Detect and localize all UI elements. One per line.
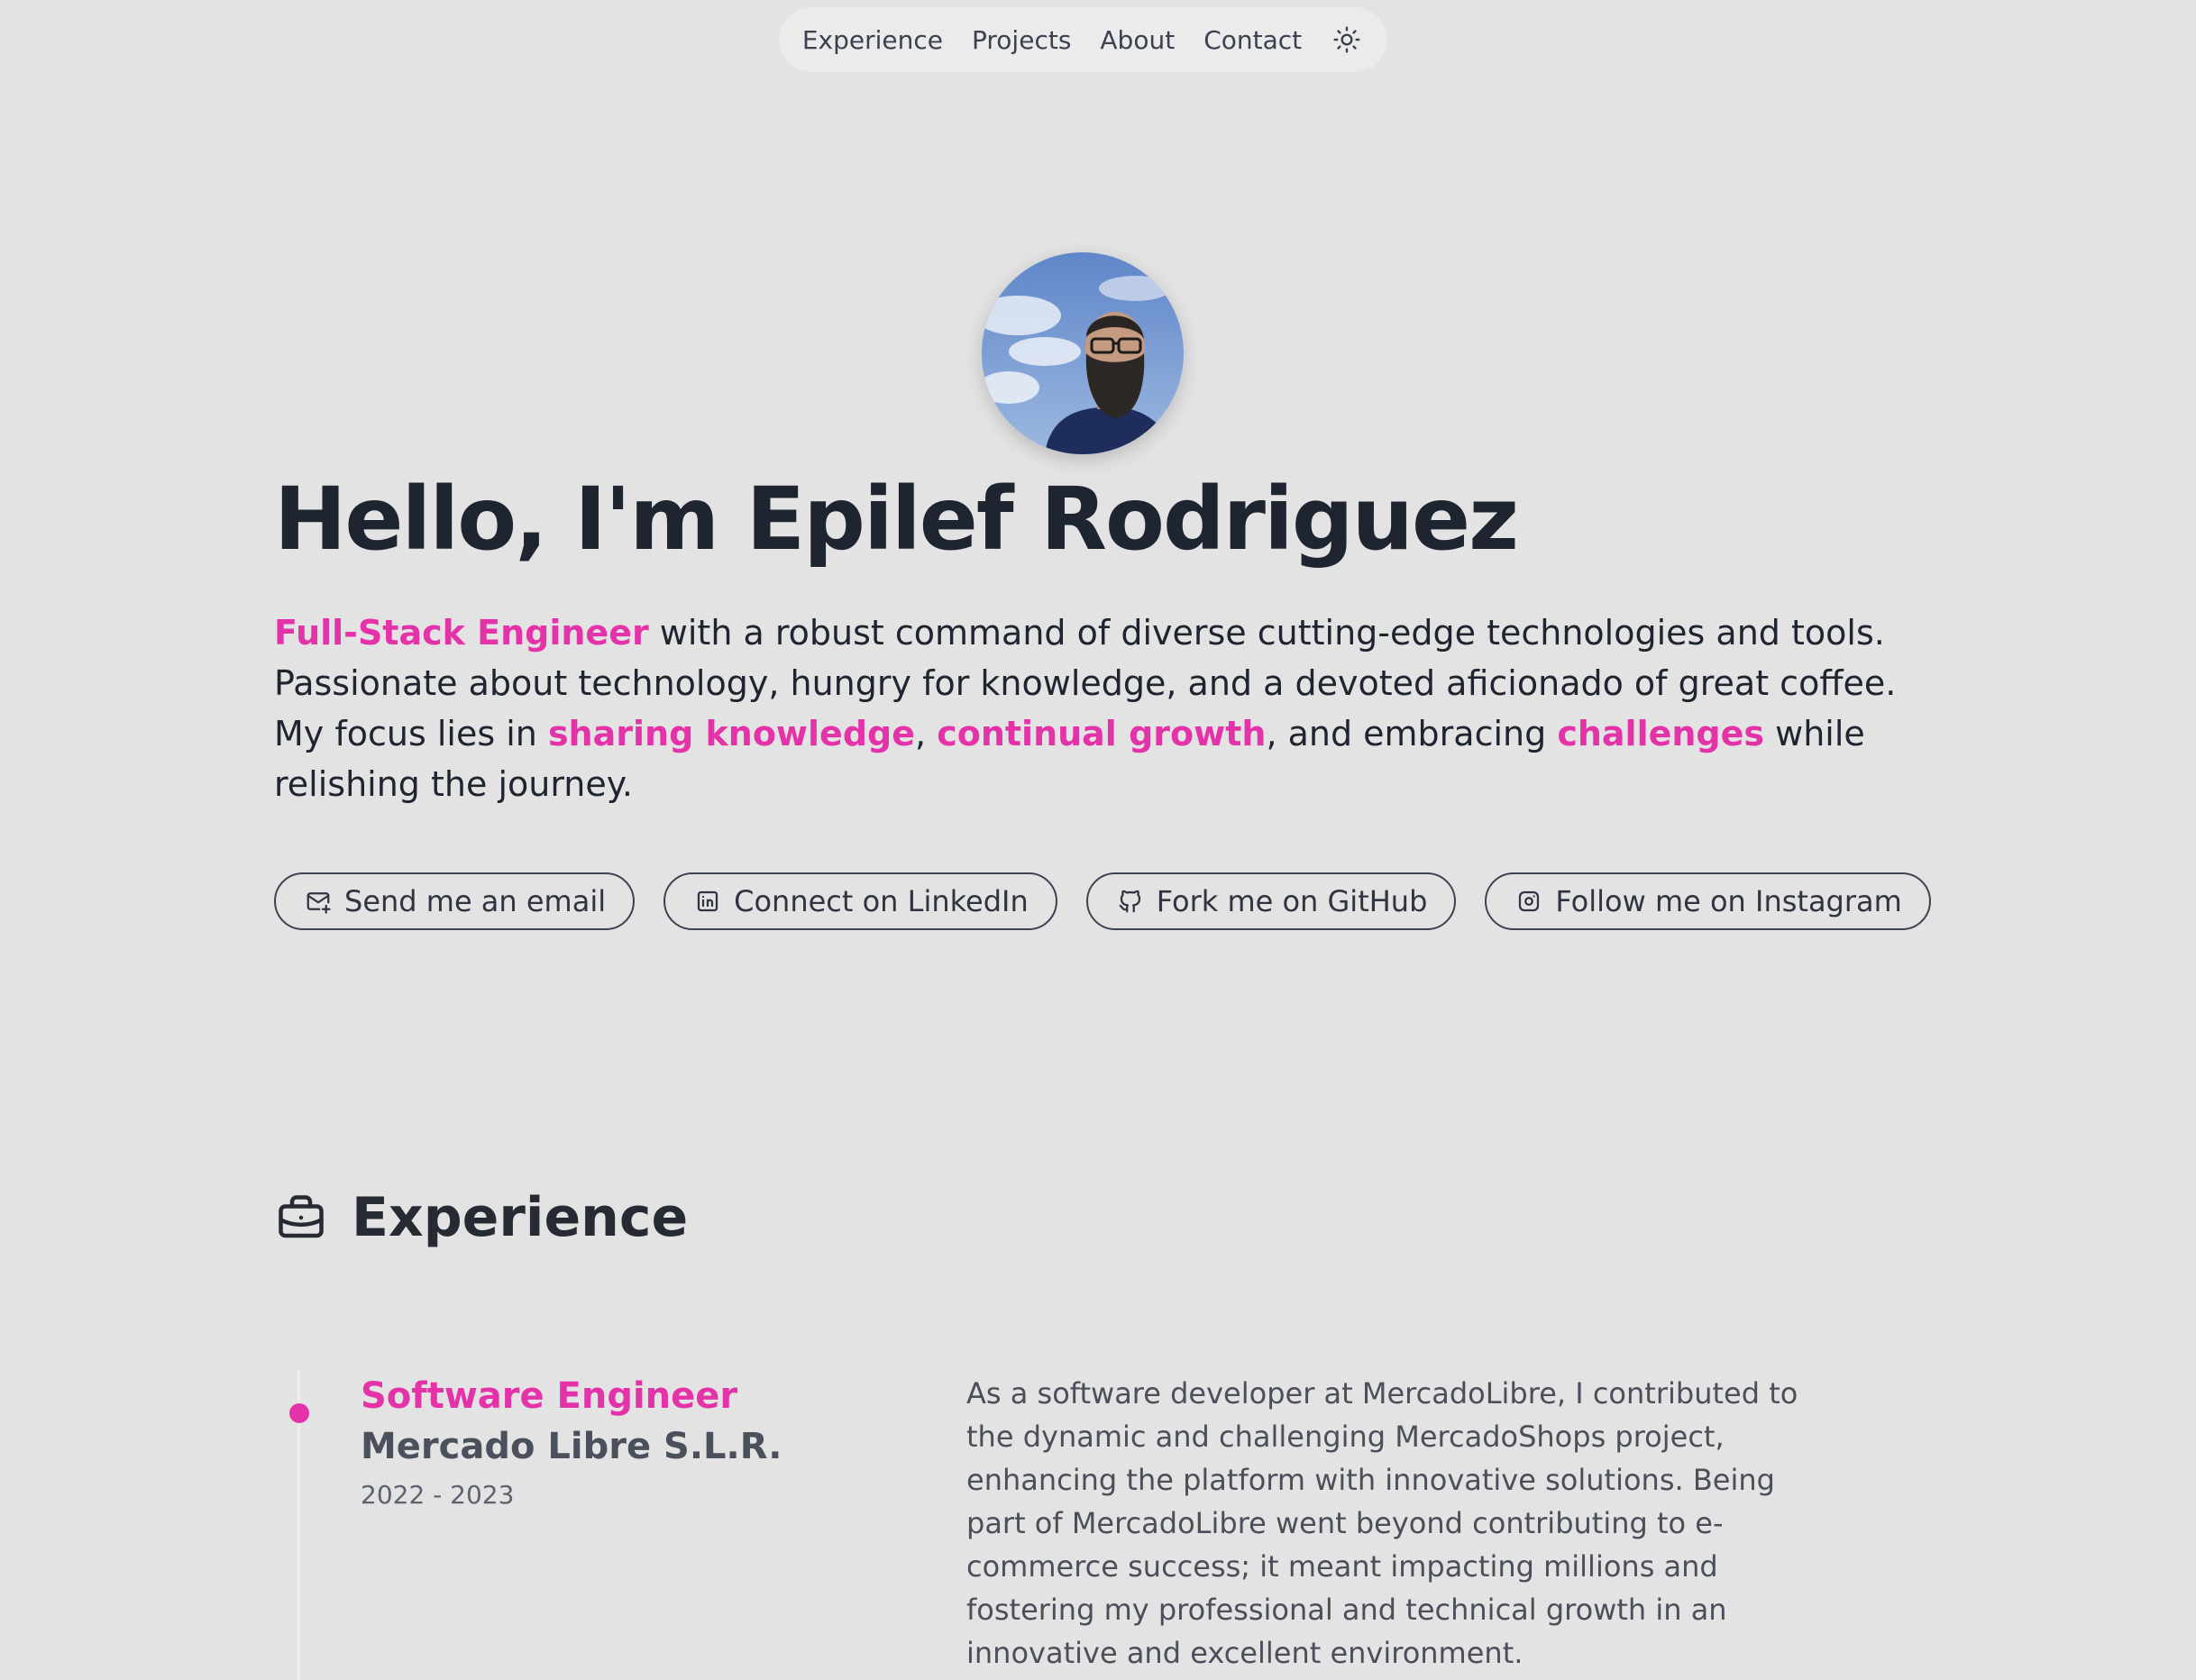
nav-link-experience[interactable]: Experience: [802, 25, 943, 55]
nav-link-about[interactable]: About: [1100, 25, 1175, 55]
role-highlight: Full-Stack Engineer: [274, 613, 649, 653]
github-icon: [1119, 890, 1140, 913]
briefcase-icon: [279, 1195, 324, 1238]
highlight-sharing-knowledge: sharing knowledge: [547, 714, 916, 753]
sun-icon[interactable]: [1331, 23, 1363, 56]
job-description: As a software developer at MercadoLibre,…: [966, 1376, 1798, 1670]
nav-link-contact[interactable]: Contact: [1203, 25, 1302, 55]
avatar: [982, 252, 1184, 454]
linkedin-button[interactable]: Connect on LinkedIn: [663, 872, 1057, 930]
email-button-label: Send me an email: [344, 884, 607, 918]
experience-heading: Experience: [274, 1186, 688, 1249]
highlight-challenges: challenges: [1557, 714, 1765, 753]
instagram-icon: [1519, 890, 1540, 912]
page-title: Hello, I'm Epilef Rodriguez: [274, 469, 1519, 570]
linkedin-icon: [697, 890, 718, 912]
mail-icon: [307, 892, 331, 914]
social-links: Send me an email Connect on LinkedIn For…: [274, 872, 1931, 930]
top-nav: Experience Projects About Contact: [779, 7, 1386, 72]
email-button[interactable]: Send me an email: [274, 872, 636, 930]
intro-text: , and embracing: [1266, 714, 1558, 753]
experience-title: Experience: [352, 1186, 689, 1249]
github-button[interactable]: Fork me on GitHub: [1085, 872, 1457, 930]
instagram-button-label: Follow me on Instagram: [1555, 884, 1902, 918]
hero-intro: Full-Stack Engineer with a robust comman…: [274, 607, 1924, 809]
nav-link-projects[interactable]: Projects: [972, 25, 1071, 55]
job-company: Mercado Libre S.L.R.: [361, 1426, 782, 1467]
linkedin-button-label: Connect on LinkedIn: [734, 884, 1029, 918]
intro-separator: ,: [915, 714, 938, 753]
github-button-label: Fork me on GitHub: [1156, 884, 1428, 918]
highlight-continual-growth: continual growth: [937, 714, 1267, 753]
job-role: Software Engineer: [361, 1375, 738, 1417]
job-dates: 2022 - 2023: [361, 1480, 515, 1510]
timeline-dot: [289, 1403, 309, 1423]
instagram-button[interactable]: Follow me on Instagram: [1485, 872, 1931, 930]
